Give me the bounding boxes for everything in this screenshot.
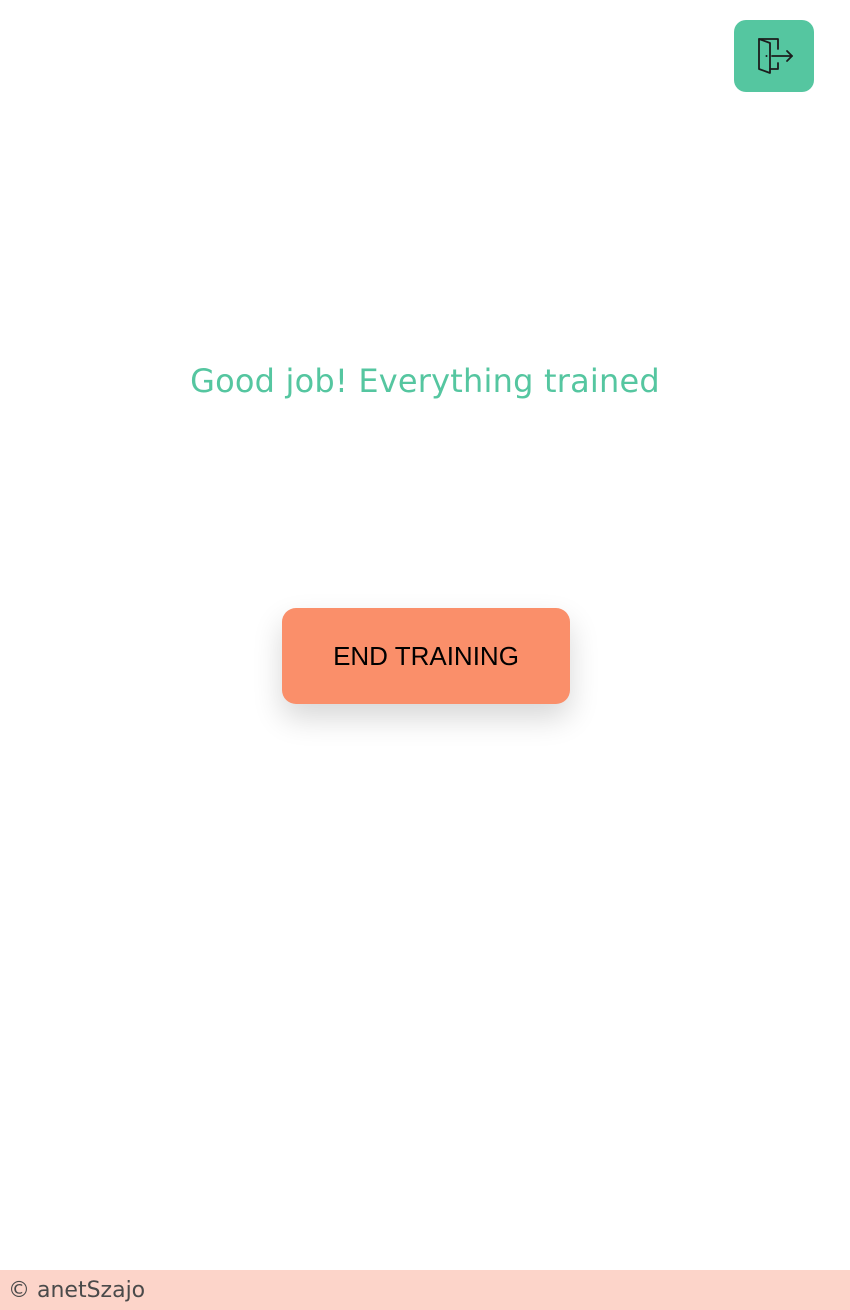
training-complete-page: Good job! Everything trained END TRAININ… (0, 0, 850, 1310)
copyright-text: © anetSzajo (8, 1277, 146, 1303)
logout-button[interactable] (734, 20, 814, 92)
end-training-button[interactable]: END TRAINING (282, 608, 570, 704)
footer: © anetSzajo (0, 1270, 850, 1310)
completion-message: Good job! Everything trained (190, 362, 660, 400)
door-exit-icon (758, 38, 793, 74)
